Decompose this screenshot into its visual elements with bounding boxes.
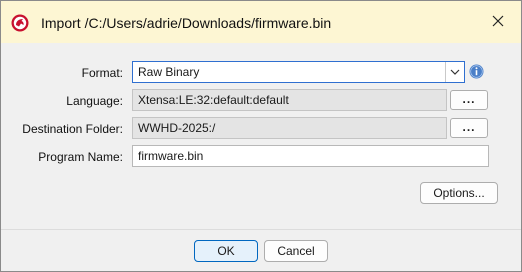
destination-folder-value: WWHD-2025:/ <box>138 121 216 135</box>
program-name-input[interactable]: firmware.bin <box>132 145 489 167</box>
language-value: Xtensa:LE:32:default:default <box>138 93 289 107</box>
format-select[interactable]: Raw Binary <box>132 61 465 83</box>
format-label: Format: <box>81 66 123 80</box>
program-name-label: Program Name: <box>38 150 123 164</box>
app-dragon-icon <box>11 14 29 32</box>
language-label: Language: <box>66 94 123 108</box>
options-button[interactable]: Options... <box>420 182 498 204</box>
language-browse-button[interactable]: ... <box>450 90 488 110</box>
destination-folder-field: WWHD-2025:/ <box>132 117 447 139</box>
info-icon[interactable] <box>469 64 484 79</box>
dialog-title: Import /C:/Users/adrie/Downloads/firmwar… <box>41 15 332 31</box>
program-name-value: firmware.bin <box>138 149 204 163</box>
dialog-separator <box>1 229 521 230</box>
ok-button[interactable]: OK <box>194 240 258 262</box>
format-value: Raw Binary <box>138 65 200 79</box>
destination-folder-label: Destination Folder: <box>22 122 123 136</box>
title-bar[interactable]: Import /C:/Users/adrie/Downloads/firmwar… <box>1 1 521 43</box>
chevron-down-icon[interactable] <box>445 62 464 82</box>
cancel-button[interactable]: Cancel <box>264 240 328 262</box>
import-dialog: Import /C:/Users/adrie/Downloads/firmwar… <box>0 0 522 272</box>
language-field: Xtensa:LE:32:default:default <box>132 89 447 111</box>
close-icon <box>492 15 504 30</box>
destination-browse-button[interactable]: ... <box>450 118 488 138</box>
close-button[interactable] <box>475 1 521 43</box>
